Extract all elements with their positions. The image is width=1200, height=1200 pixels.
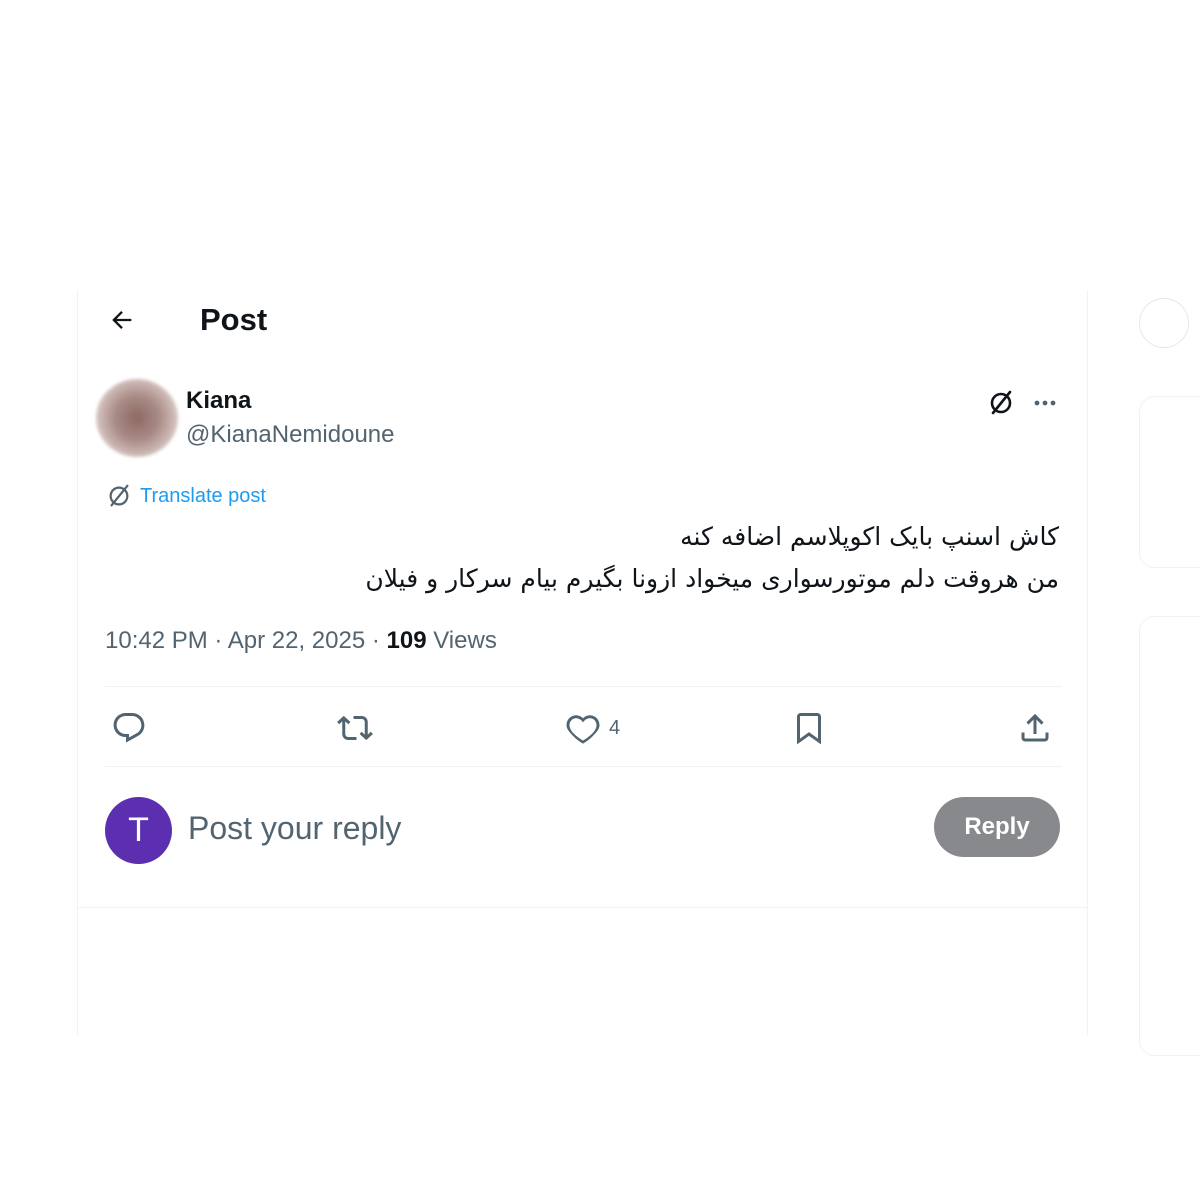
action-bar: 4 [105, 702, 1062, 754]
author-avatar[interactable] [96, 379, 178, 457]
post-metadata: 10:42 PM · Apr 22, 2025 · 109 Views [105, 626, 497, 656]
reply-input[interactable] [188, 805, 888, 851]
sidebar-card-edge [1139, 396, 1200, 568]
reply-button[interactable]: Reply [934, 797, 1060, 857]
post-text: کاش اسنپ بایک اکوپلاسم اضافه کنه من هروق… [159, 516, 1059, 600]
grok-icon [109, 484, 129, 507]
translate-post-label: Translate post [140, 485, 266, 507]
post-time[interactable]: 10:42 PM [105, 627, 208, 654]
author-handle[interactable]: @KianaNemidoune [186, 421, 395, 449]
page-title: Post [200, 302, 268, 337]
arrow-left-icon [112, 311, 132, 329]
repost-icon [337, 715, 373, 741]
author-display-name[interactable]: Kiana [186, 387, 251, 415]
bookmark-action-button[interactable] [791, 710, 827, 746]
divider [105, 686, 1062, 687]
post-date[interactable]: Apr 22, 2025 [228, 627, 365, 654]
post-header: Post [78, 290, 1087, 352]
divider [78, 907, 1087, 908]
post-column: Post Kiana @KianaNemidoune Translate pos… [77, 290, 1088, 1035]
grok-button[interactable] [984, 386, 1018, 420]
bookmark-icon [797, 713, 821, 745]
reply-user-avatar[interactable]: T [105, 797, 172, 864]
like-action-button[interactable]: 4 [565, 710, 620, 746]
reply-action-button[interactable] [111, 710, 147, 746]
post-text-line: من هروقت دلم موتورسواری میخواد ازونا بگی… [365, 564, 1059, 593]
back-button[interactable] [104, 302, 140, 338]
meta-separator: · [365, 627, 387, 654]
share-icon [1021, 713, 1049, 742]
views-label: Views [433, 627, 497, 654]
sidebar-search-edge[interactable] [1139, 298, 1189, 348]
page: Post Kiana @KianaNemidoune Translate pos… [0, 0, 1200, 1200]
share-action-button[interactable] [1017, 710, 1053, 746]
translate-post-link[interactable]: Translate post [106, 483, 266, 509]
post-text-line: کاش اسنپ بایک اکوپلاسم اضافه کنه [680, 522, 1059, 551]
like-count: 4 [609, 716, 621, 739]
more-options-button[interactable] [1028, 386, 1062, 420]
more-horizontal-icon [1034, 400, 1056, 406]
heart-icon [566, 715, 600, 744]
divider [105, 766, 1062, 767]
views-count: 109 [386, 627, 427, 654]
meta-separator: · [207, 627, 228, 654]
sidebar-card-edge [1139, 616, 1200, 1056]
repost-action-button[interactable] [337, 710, 373, 746]
comment-icon [113, 713, 145, 743]
grok-icon [990, 390, 1012, 415]
